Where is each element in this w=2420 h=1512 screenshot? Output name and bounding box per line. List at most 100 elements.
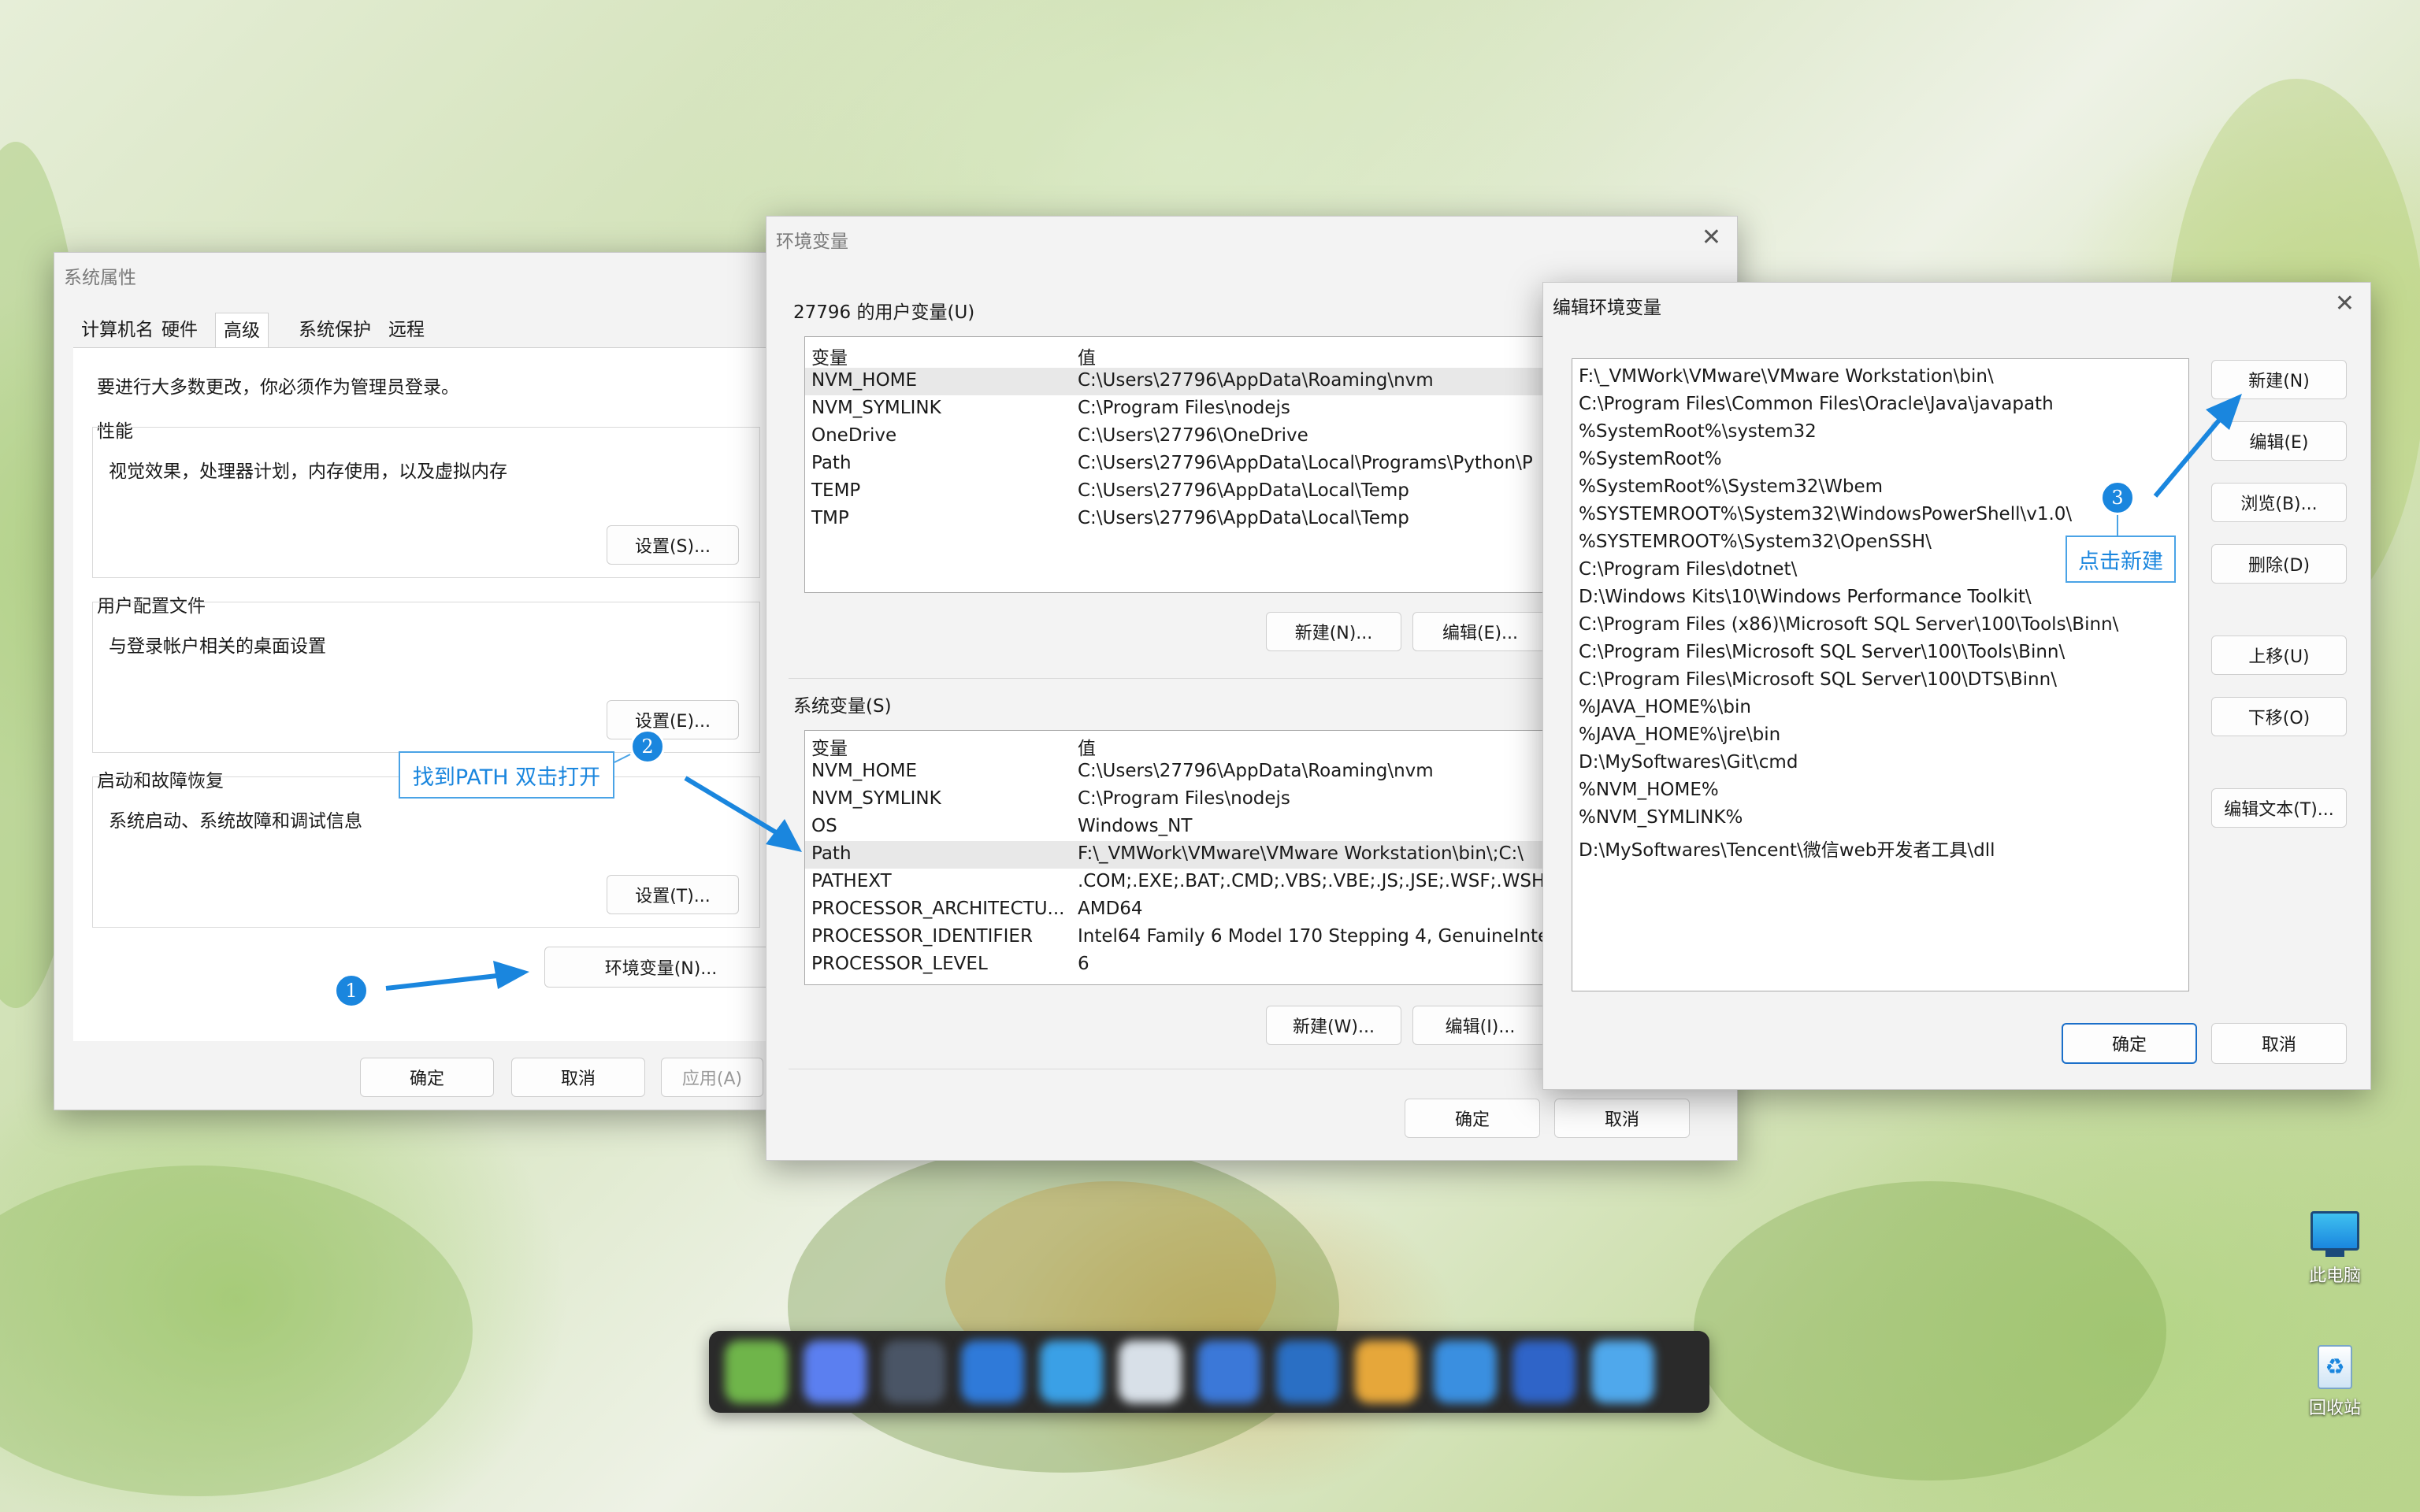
var-value: Windows_NT xyxy=(1078,816,1193,836)
path-entry: F:\_VMWork\VMware\VMware Workstation\bin… xyxy=(1579,366,1994,387)
callout-click-new: 点击新建 xyxy=(2066,536,2176,583)
list-item[interactable]: %JAVA_HOME%\bin xyxy=(1572,695,2188,722)
cancel-button[interactable]: 取消 xyxy=(511,1058,645,1097)
callout-find-path: 找到PATH 双击打开 xyxy=(399,751,614,799)
path-entries-list[interactable]: F:\_VMWork\VMware\VMware Workstation\bin… xyxy=(1572,358,2189,991)
taskbar-app-icon[interactable] xyxy=(1040,1340,1103,1403)
taskbar-app-icon[interactable] xyxy=(1197,1340,1260,1403)
list-item[interactable]: C:\Program Files\Microsoft SQL Server\10… xyxy=(1572,639,2188,667)
list-item[interactable]: D:\MySoftwares\Git\cmd xyxy=(1572,750,2188,777)
step-badge-1: 1 xyxy=(334,973,369,1008)
taskbar-app-icon[interactable] xyxy=(1434,1340,1497,1403)
list-item[interactable]: %SYSTEMROOT%\System32\WindowsPowerShell\… xyxy=(1572,502,2188,529)
path-entry: %NVM_SYMLINK% xyxy=(1579,807,1743,828)
close-icon[interactable]: ✕ xyxy=(2335,292,2355,316)
tab-bar: 计算机名 硬件 高级 系统保护 远程 xyxy=(73,313,530,348)
var-name: NVM_HOME xyxy=(811,761,918,781)
list-item[interactable]: C:\Program Files\Microsoft SQL Server\10… xyxy=(1572,667,2188,695)
list-item[interactable]: D:\Windows Kits\10\Windows Performance T… xyxy=(1572,584,2188,612)
edit-text-button[interactable]: 编辑文本(T)... xyxy=(2211,788,2347,828)
ok-button[interactable]: 确定 xyxy=(2062,1023,2197,1064)
path-entry: %NVM_HOME% xyxy=(1579,780,1719,800)
ok-button[interactable]: 确定 xyxy=(360,1058,494,1097)
taskbar-app-icon[interactable] xyxy=(725,1340,788,1403)
path-entry: %SYSTEMROOT%\System32\OpenSSH\ xyxy=(1579,532,1932,552)
taskbar-app-icon[interactable] xyxy=(1355,1340,1418,1403)
list-item[interactable]: D:\MySoftwares\Tencent\微信web开发者工具\dll xyxy=(1572,832,2188,861)
cancel-button[interactable]: 取消 xyxy=(1554,1099,1690,1138)
path-entry: C:\Program Files\dotnet\ xyxy=(1579,559,1798,580)
step-badge-2: 2 xyxy=(630,729,665,764)
new-entry-button[interactable]: 新建(N) xyxy=(2211,360,2347,399)
user-new-button[interactable]: 新建(N)... xyxy=(1266,612,1401,651)
var-value: Intel64 Family 6 Model 170 Stepping 4, G… xyxy=(1078,926,1550,947)
var-name: TMP xyxy=(811,508,849,528)
apply-button[interactable]: 应用(A) xyxy=(661,1058,763,1097)
list-item[interactable]: %NVM_HOME% xyxy=(1572,777,2188,805)
system-new-button[interactable]: 新建(W)... xyxy=(1266,1006,1401,1045)
admin-note: 要进行大多数更改，你必须作为管理员登录。 xyxy=(97,377,459,398)
path-entry: C:\Program Files\Microsoft SQL Server\10… xyxy=(1579,642,2066,662)
var-value: C:\Users\27796\OneDrive xyxy=(1078,425,1308,446)
list-item[interactable]: %SystemRoot% xyxy=(1572,447,2188,474)
var-name: Path xyxy=(811,843,852,864)
close-icon[interactable]: ✕ xyxy=(1702,226,1721,250)
list-item[interactable]: F:\_VMWork\VMware\VMware Workstation\bin… xyxy=(1572,364,2188,391)
tab-system-protection[interactable]: 系统保护 xyxy=(291,313,379,347)
var-name: TEMP xyxy=(811,480,861,501)
environment-variables-button[interactable]: 环境变量(N)... xyxy=(544,947,778,988)
taskbar-app-icon[interactable] xyxy=(961,1340,1024,1403)
taskbar-app-icon[interactable] xyxy=(882,1340,945,1403)
var-value: C:\Users\27796\AppData\Local\Temp xyxy=(1078,508,1409,528)
var-name: NVM_SYMLINK xyxy=(811,788,941,809)
list-item[interactable]: %SystemRoot%\system32 xyxy=(1572,419,2188,447)
list-item[interactable]: C:\Program Files\Common Files\Oracle\Jav… xyxy=(1572,391,2188,419)
var-value: C:\Users\27796\AppData\Roaming\nvm xyxy=(1078,370,1434,391)
taskbar-app-icon[interactable] xyxy=(1591,1340,1654,1403)
performance-settings-button[interactable]: 设置(S)... xyxy=(607,525,739,565)
monitor-icon xyxy=(2311,1211,2359,1251)
taskbar-app-icon[interactable] xyxy=(1276,1340,1339,1403)
tab-advanced[interactable]: 高级 xyxy=(215,313,269,348)
var-name: PROCESSOR_IDENTIFIER xyxy=(811,926,1033,947)
tab-remote[interactable]: 远程 xyxy=(380,313,432,347)
tab-hardware[interactable]: 硬件 xyxy=(154,313,206,347)
edit-environment-variable-window: 编辑环境变量 ✕ F:\_VMWork\VMware\VMware Workst… xyxy=(1542,282,2371,1090)
delete-entry-button[interactable]: 删除(D) xyxy=(2211,544,2347,584)
browse-button[interactable]: 浏览(B)... xyxy=(2211,483,2347,522)
path-entry: %SystemRoot%\System32\Wbem xyxy=(1579,476,1884,497)
edit-entry-button[interactable]: 编辑(E) xyxy=(2211,421,2347,461)
list-item[interactable]: C:\Program Files (x86)\Microsoft SQL Ser… xyxy=(1572,612,2188,639)
taskbar-app-icon[interactable] xyxy=(1512,1340,1576,1403)
ok-button[interactable]: 确定 xyxy=(1405,1099,1540,1138)
var-name: OneDrive xyxy=(811,425,897,446)
cancel-button[interactable]: 取消 xyxy=(2211,1023,2347,1064)
profiles-settings-button[interactable]: 设置(E)... xyxy=(607,700,739,739)
startup-group: 系统启动、系统故障和调试信息 设置(T)... xyxy=(92,776,760,928)
move-down-button[interactable]: 下移(O) xyxy=(2211,697,2347,736)
path-entry: %SystemRoot% xyxy=(1579,449,1722,469)
path-entry: D:\MySoftwares\Tencent\微信web开发者工具\dll xyxy=(1579,840,1995,861)
list-item[interactable]: %NVM_SYMLINK% xyxy=(1572,805,2188,832)
user-edit-button[interactable]: 编辑(E)... xyxy=(1412,612,1548,651)
path-entry: %SystemRoot%\system32 xyxy=(1579,421,1817,442)
move-up-button[interactable]: 上移(U) xyxy=(2211,636,2347,675)
system-edit-button[interactable]: 编辑(I)... xyxy=(1412,1006,1548,1045)
step-badge-3: 3 xyxy=(2100,480,2135,515)
system-properties-window: 系统属性 计算机名 硬件 高级 系统保护 远程 要进行大多数更改，你必须作为管理… xyxy=(54,252,778,1110)
path-entry: C:\Program Files (x86)\Microsoft SQL Ser… xyxy=(1579,614,2119,635)
desktop-icon-this-pc[interactable]: 此电脑 xyxy=(2288,1211,2382,1287)
var-value: C:\Users\27796\AppData\Local\Temp xyxy=(1078,480,1409,501)
recycle-bin-icon: ♻ xyxy=(2318,1345,2352,1389)
taskbar xyxy=(709,1331,1709,1413)
performance-group: 视觉效果，处理器计划，内存使用，以及虚拟内存 设置(S)... xyxy=(92,427,760,578)
column-header-variable: 变量 xyxy=(811,348,848,369)
startup-settings-button[interactable]: 设置(T)... xyxy=(607,875,739,914)
taskbar-app-icon[interactable] xyxy=(804,1340,867,1403)
desktop-icon-label: 此电脑 xyxy=(2308,1266,2361,1286)
list-item[interactable]: %JAVA_HOME%\jre\bin xyxy=(1572,722,2188,750)
taskbar-app-icon[interactable] xyxy=(1119,1340,1182,1403)
list-item[interactable]: %SystemRoot%\System32\Wbem xyxy=(1572,474,2188,502)
tab-computer-name[interactable]: 计算机名 xyxy=(73,313,161,347)
desktop-icon-recycle-bin[interactable]: ♻ 回收站 xyxy=(2288,1345,2382,1419)
